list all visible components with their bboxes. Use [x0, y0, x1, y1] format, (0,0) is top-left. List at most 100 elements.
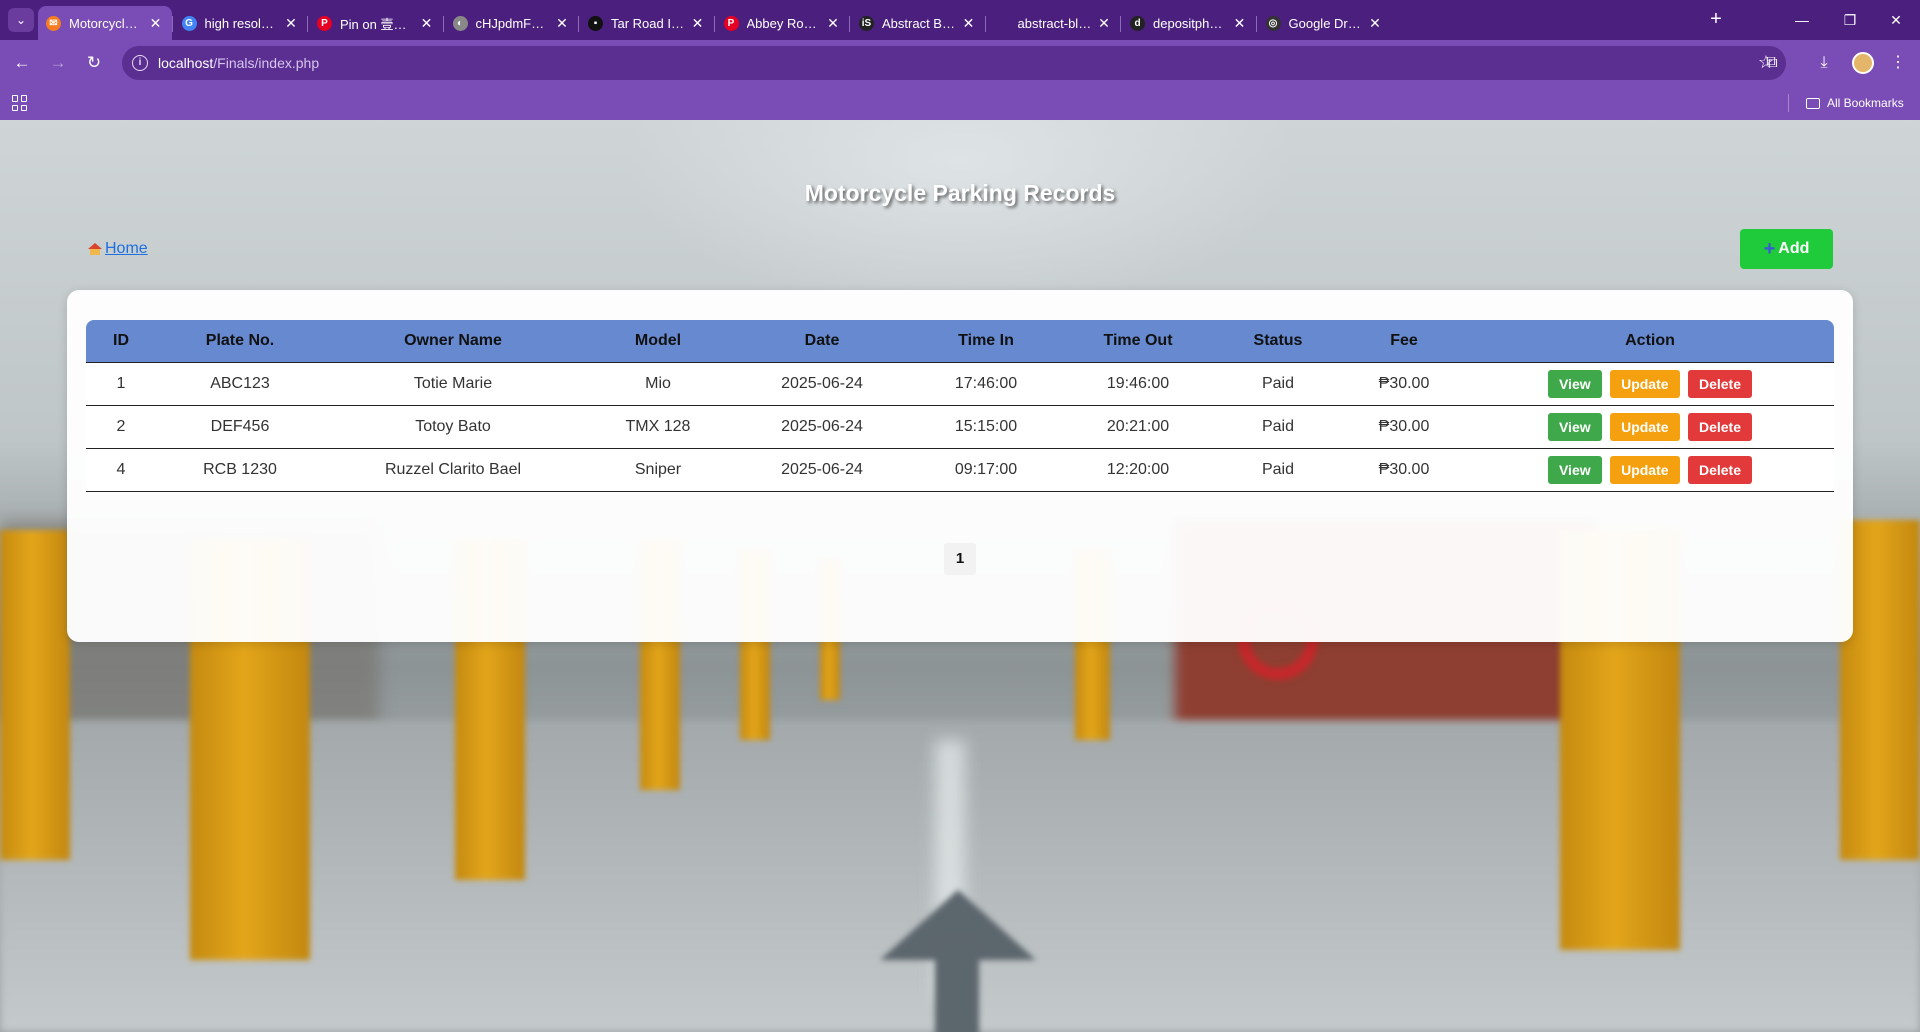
tab-title: Tar Road Images | — [611, 15, 686, 31]
browser-tab[interactable]: ◐ cHJpdmF0ZS9sci9✕ — [445, 6, 579, 40]
tab-favicon-icon: ▪ — [588, 15, 603, 31]
tab-title: Abbey Road, mini — [746, 15, 822, 31]
all-bookmarks-label: All Bookmarks — [1827, 96, 1904, 110]
browser-tab[interactable]: Ghigh resolution d✕ — [174, 6, 308, 40]
cell-owner: Totoy Bato — [324, 405, 582, 449]
download-icon[interactable]: ⤓ — [1812, 51, 1836, 75]
tab-close-icon[interactable]: ✕ — [690, 15, 706, 32]
tab-favicon-icon: P — [317, 15, 332, 31]
folder-icon — [1806, 97, 1820, 109]
delete-button[interactable]: Delete — [1687, 455, 1753, 484]
tab-separator — [442, 16, 444, 32]
cell-actions: View Update Delete — [1466, 362, 1834, 406]
plus-icon: + — [1763, 238, 1776, 260]
cell-time-out: 12:20:00 — [1062, 448, 1214, 492]
view-button[interactable]: View — [1547, 369, 1602, 398]
tab-close-icon[interactable]: ✕ — [1367, 15, 1383, 32]
tab-close-icon[interactable]: ✕ — [419, 15, 435, 32]
site-info-icon[interactable]: i — [132, 55, 148, 71]
tab-title: Google Drive Link — [1288, 15, 1364, 31]
browser-tab[interactable]: ◎ Google Drive Link✕ — [1258, 6, 1392, 40]
tab-close-icon[interactable]: ✕ — [148, 15, 164, 32]
tab-separator — [578, 16, 579, 32]
cell-owner: Ruzzel Clarito Bael — [324, 448, 582, 492]
home-link[interactable]: Home — [88, 240, 148, 258]
restore-icon[interactable]: ❐ — [1830, 8, 1870, 32]
tab-separator — [849, 16, 850, 32]
tab-separator — [713, 16, 715, 32]
browser-tab[interactable]: P Abbey Road, mini✕ — [716, 6, 850, 40]
delete-button[interactable]: Delete — [1687, 369, 1753, 398]
url-host: localhost — [158, 55, 214, 71]
column-header-plate: Plate No. — [156, 320, 324, 363]
column-header-status: Status — [1214, 320, 1342, 363]
tab-search-button[interactable]: ⌄ — [8, 8, 34, 32]
cell-fee: ₱30.00 — [1342, 362, 1466, 406]
all-bookmarks-button[interactable]: All Bookmarks — [1806, 96, 1904, 110]
cell-date: 2025-06-24 — [734, 405, 910, 449]
cell-fee: ₱30.00 — [1342, 405, 1466, 449]
tab-title: high resolution d — [204, 15, 280, 31]
add-button-label: Add — [1778, 240, 1810, 257]
update-button[interactable]: Update — [1610, 455, 1680, 484]
page-viewport: Motorcycle Parking Records Home + Add ID… — [0, 120, 1920, 1032]
tab-favicon-icon: P — [723, 15, 739, 31]
browser-tab[interactable]: d depositphotos_66✕ — [1122, 6, 1256, 40]
browser-tab[interactable]: iS Abstract Blur Buil✕ — [851, 6, 985, 40]
browser-tab[interactable]: abstract-blur-buil✕ — [987, 6, 1121, 40]
update-button[interactable]: Update — [1610, 369, 1680, 398]
view-button[interactable]: View — [1547, 455, 1602, 484]
column-header-action: Action — [1466, 320, 1834, 363]
cell-date: 2025-06-24 — [734, 448, 910, 492]
browser-tab[interactable]: P Pin on 壹号院车库✕ — [309, 6, 443, 40]
cell-plate: RCB 1230 — [156, 448, 324, 492]
cell-plate: DEF456 — [156, 405, 324, 449]
browser-tab[interactable]: ✉ Motorcycle Parkin✕ — [38, 6, 172, 40]
column-header-time-out: Time Out — [1062, 320, 1214, 363]
minimize-icon[interactable]: — — [1782, 8, 1822, 32]
tab-close-icon[interactable]: ✕ — [283, 15, 299, 32]
cell-owner: Totie Marie — [324, 362, 582, 406]
url-text[interactable]: localhost/Finals/index.php — [158, 55, 319, 71]
add-record-button[interactable]: + Add — [1740, 229, 1833, 269]
forward-icon[interactable]: → — [46, 51, 70, 75]
extensions-icon[interactable]: ⧉ — [1760, 51, 1784, 75]
tab-favicon-icon: ◐ — [452, 15, 468, 31]
tab-favicon-icon: ✉ — [46, 15, 61, 31]
view-button[interactable]: View — [1547, 412, 1602, 441]
update-button[interactable]: Update — [1610, 412, 1680, 441]
tab-favicon-icon: ◎ — [1265, 15, 1281, 31]
tab-favicon-icon: d — [1130, 15, 1145, 31]
close-window-icon[interactable]: ✕ — [1876, 8, 1916, 32]
cell-time-in: 09:17:00 — [910, 448, 1062, 492]
tab-close-icon[interactable]: ✕ — [554, 15, 570, 32]
menu-kebab-icon[interactable]: ⋮ — [1886, 51, 1910, 75]
profile-avatar[interactable] — [1852, 52, 1874, 74]
tab-close-icon[interactable]: ✕ — [961, 15, 977, 32]
cell-time-out: 19:46:00 — [1062, 362, 1214, 406]
tab-separator — [984, 16, 986, 32]
browser-tab[interactable]: ▪ Tar Road Images |✕ — [580, 6, 714, 40]
delete-button[interactable]: Delete — [1687, 412, 1753, 441]
column-header-fee: Fee — [1342, 320, 1466, 363]
back-icon[interactable]: ← — [10, 51, 34, 75]
pagination-page-button[interactable]: 1 — [944, 543, 976, 575]
cell-time-in: 15:15:00 — [910, 405, 1062, 449]
tab-close-icon[interactable]: ✕ — [825, 15, 841, 32]
column-header-time-in: Time In — [910, 320, 1062, 363]
cell-id: 1 — [86, 362, 156, 406]
tab-title: Motorcycle Parkin — [69, 15, 144, 31]
address-bar[interactable]: i localhost/Finals/index.php ☆ — [122, 46, 1786, 80]
tab-title: depositphotos_66 — [1153, 15, 1228, 31]
reload-icon[interactable]: ↻ — [82, 51, 106, 75]
column-header-owner: Owner Name — [324, 320, 582, 363]
tab-close-icon[interactable]: ✕ — [1096, 15, 1112, 32]
home-icon — [88, 243, 102, 255]
tab-separator — [1120, 16, 1121, 32]
tab-strip: ⌄ ✉Motorcycle Parkin✕Ghigh resolution d✕… — [0, 0, 1920, 40]
tab-close-icon[interactable]: ✕ — [1232, 15, 1248, 32]
apps-grid-icon[interactable] — [12, 95, 28, 111]
new-tab-button[interactable]: + — [1704, 8, 1728, 32]
tab-favicon-icon: G — [181, 15, 197, 31]
column-header-id: ID — [86, 320, 156, 363]
